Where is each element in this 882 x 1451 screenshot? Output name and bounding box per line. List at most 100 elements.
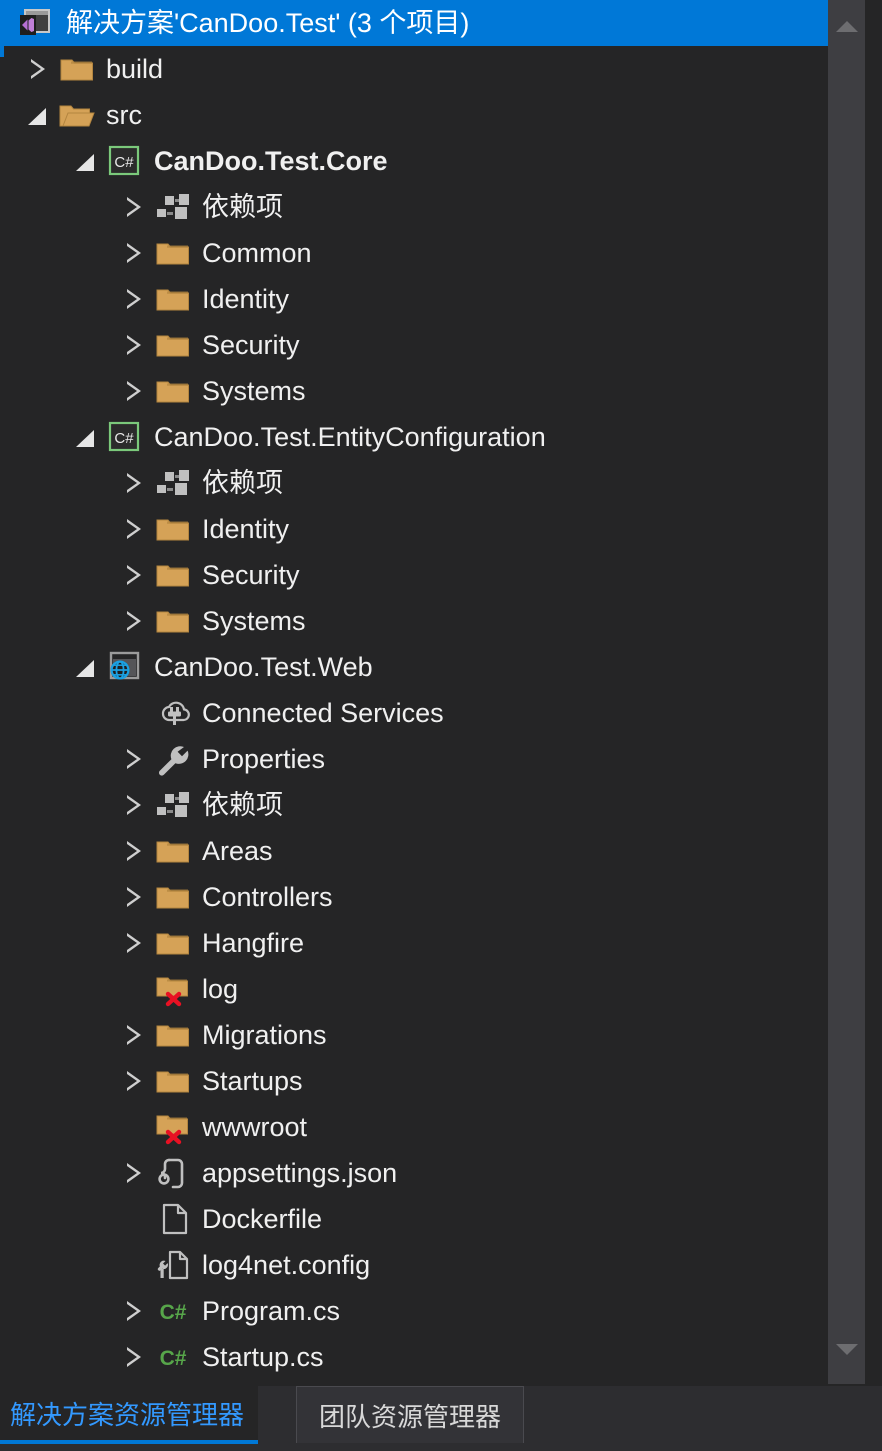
expand-triangle-icon[interactable]	[114, 230, 154, 276]
expand-triangle-icon[interactable]	[114, 736, 154, 782]
tree-row[interactable]: 依赖项	[0, 184, 828, 230]
tree-row-label: wwwroot	[202, 1111, 307, 1143]
solution-root-row[interactable]: 解决方案'CanDoo.Test' (3 个项目)	[0, 0, 828, 46]
tree-row[interactable]: appsettings.json	[0, 1150, 828, 1196]
expand-triangle-icon[interactable]	[114, 1334, 154, 1380]
expand-triangle-icon[interactable]	[114, 368, 154, 414]
expand-triangle-icon[interactable]	[114, 322, 154, 368]
tree-row[interactable]: C# Startup.cs	[0, 1334, 828, 1380]
tree-row-label: Areas	[202, 835, 273, 867]
folder-icon	[154, 879, 192, 915]
folder-icon	[154, 373, 192, 409]
collapse-triangle-icon[interactable]	[66, 414, 106, 460]
tree-row[interactable]: Controllers	[0, 874, 828, 920]
tree-row[interactable]: C#Program.cs	[0, 1288, 828, 1334]
tree-row-label: Properties	[202, 743, 325, 775]
expand-triangle-icon[interactable]	[114, 1058, 154, 1104]
tree-row[interactable]: Common	[0, 230, 828, 276]
tree-row-label: Identity	[202, 513, 289, 545]
tree-row[interactable]: Systems	[0, 368, 828, 414]
svg-text:C#: C#	[160, 1347, 187, 1370]
expand-triangle-icon[interactable]	[114, 874, 154, 920]
folder-icon	[154, 925, 192, 961]
scroll-up-arrow-icon[interactable]	[828, 8, 865, 45]
visual-studio-solution-icon	[18, 5, 56, 41]
tree-row[interactable]: log	[0, 966, 828, 1012]
tree-row-label: src	[106, 99, 142, 131]
folder-icon	[154, 511, 192, 547]
tree-row-label: CanDoo.Test.Web	[154, 651, 373, 683]
collapse-triangle-icon[interactable]	[66, 644, 106, 690]
expand-triangle-icon[interactable]	[114, 184, 154, 230]
tree-row[interactable]: Hangfire	[0, 920, 828, 966]
collapse-triangle-icon[interactable]	[18, 92, 58, 138]
solution-title: 解决方案'CanDoo.Test' (3 个项目)	[66, 7, 469, 39]
tree-rows-container: buildsrcC#CanDoo.Test.Core依赖项CommonIdent…	[0, 46, 828, 1380]
folder-icon	[154, 833, 192, 869]
tree-row[interactable]: 依赖项	[0, 460, 828, 506]
tree-row[interactable]: src	[0, 92, 828, 138]
tree-row-label: Security	[202, 559, 300, 591]
expand-triangle-icon[interactable]	[114, 1012, 154, 1058]
tree-row[interactable]: Startups	[0, 1058, 828, 1104]
tree-row-label: Security	[202, 329, 300, 361]
wrench-icon	[154, 741, 192, 777]
expand-triangle-icon[interactable]	[114, 782, 154, 828]
tree-row[interactable]: wwwroot	[0, 1104, 828, 1150]
expand-triangle-icon[interactable]	[114, 598, 154, 644]
tree-row[interactable]: Properties	[0, 736, 828, 782]
scroll-down-arrow-icon[interactable]	[828, 1331, 865, 1368]
tree-row[interactable]: log4net.config	[0, 1242, 828, 1288]
tab-solution-explorer-label: 解决方案资源管理器	[10, 1395, 244, 1432]
tree-row[interactable]: C#CanDoo.Test.EntityConfiguration	[0, 414, 828, 460]
expand-triangle-icon[interactable]	[114, 920, 154, 966]
tree-row-label: 依赖项	[202, 789, 283, 821]
solution-tree[interactable]: 解决方案'CanDoo.Test' (3 个项目) buildsrcC#CanD…	[0, 0, 828, 1386]
tree-row-label: Systems	[202, 605, 306, 637]
expand-triangle-icon[interactable]	[114, 460, 154, 506]
tree-row[interactable]: build	[0, 46, 828, 92]
tree-row-label: Identity	[202, 283, 289, 315]
tree-row[interactable]: Migrations	[0, 1012, 828, 1058]
tree-row[interactable]: Areas	[0, 828, 828, 874]
tree-row-label: log4net.config	[202, 1249, 370, 1281]
expand-triangle-icon[interactable]	[114, 506, 154, 552]
dependencies-icon	[154, 465, 192, 501]
tree-row-label: Program.cs	[202, 1295, 340, 1327]
tree-row[interactable]: Security	[0, 552, 828, 598]
tree-row-label: Connected Services	[202, 697, 444, 729]
tree-row-label: Common	[202, 237, 312, 269]
tree-row[interactable]: Identity	[0, 276, 828, 322]
web-project-icon	[106, 649, 144, 685]
tree-row[interactable]: C#CanDoo.Test.Core	[0, 138, 828, 184]
expand-triangle-icon[interactable]	[114, 552, 154, 598]
tree-row-label: Systems	[202, 375, 306, 407]
tree-row[interactable]: Dockerfile	[0, 1196, 828, 1242]
expand-triangle-icon[interactable]	[114, 1288, 154, 1334]
folder-icon	[154, 603, 192, 639]
expand-triangle-icon[interactable]	[114, 1150, 154, 1196]
tree-row[interactable]: Connected Services	[0, 690, 828, 736]
tree-row[interactable]: 依赖项	[0, 782, 828, 828]
folder-icon	[154, 281, 192, 317]
expand-triangle-icon[interactable]	[18, 46, 58, 92]
collapse-triangle-icon[interactable]	[66, 138, 106, 184]
tree-row[interactable]: Systems	[0, 598, 828, 644]
folder-icon	[154, 327, 192, 363]
folder-icon	[154, 1063, 192, 1099]
tree-row-label: Startup.cs	[202, 1341, 324, 1373]
tree-row[interactable]: Identity	[0, 506, 828, 552]
tab-solution-explorer[interactable]: 解决方案资源管理器	[0, 1386, 258, 1444]
tab-team-explorer[interactable]: 团队资源管理器	[296, 1386, 524, 1443]
tree-row[interactable]: Security	[0, 322, 828, 368]
csharp-project-icon: C#	[106, 419, 144, 455]
tree-row-label: Startups	[202, 1065, 303, 1097]
folder-missing-icon	[154, 1109, 192, 1145]
expand-triangle-icon[interactable]	[114, 276, 154, 322]
tree-row-label: Hangfire	[202, 927, 304, 959]
tree-row-label: CanDoo.Test.Core	[154, 145, 388, 177]
expand-triangle-icon[interactable]	[114, 828, 154, 874]
connected-services-icon	[154, 695, 192, 731]
tree-row[interactable]: CanDoo.Test.Web	[0, 644, 828, 690]
vertical-scrollbar[interactable]	[828, 0, 865, 1386]
